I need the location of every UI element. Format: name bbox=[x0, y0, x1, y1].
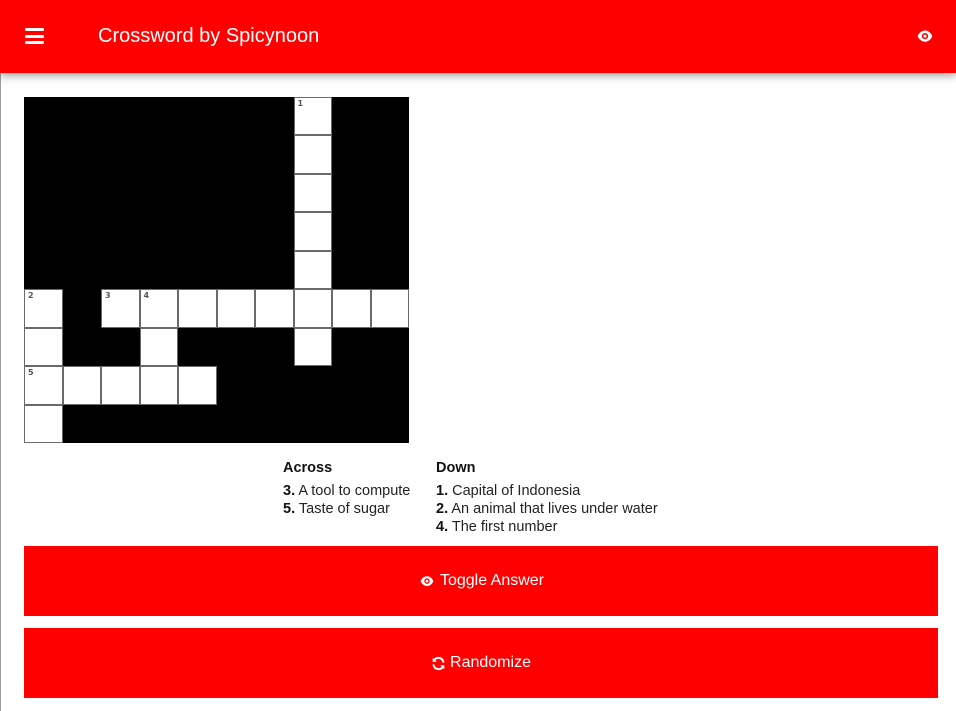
across-clues: Across 3. A tool to compute 5. Taste of … bbox=[283, 460, 410, 518]
down-clue: 1. Capital of Indonesia bbox=[436, 483, 581, 499]
cell-number: 4 bbox=[143, 291, 150, 301]
crossword-cell[interactable] bbox=[255, 289, 294, 328]
cell-number: 1 bbox=[297, 99, 304, 108]
crossword-cell[interactable] bbox=[139, 366, 178, 405]
crossword-cell[interactable] bbox=[139, 327, 178, 367]
crossword-cell[interactable] bbox=[178, 366, 217, 405]
cell-number: 5 bbox=[28, 368, 34, 378]
crossword-cell[interactable] bbox=[293, 212, 332, 251]
toggle-answer-label: Toggle Answer bbox=[439, 572, 545, 589]
down-clue: 4. The first number bbox=[436, 519, 558, 535]
down-clue: 2. An animal that lives under water bbox=[436, 501, 658, 517]
crossword-cell[interactable] bbox=[293, 289, 332, 328]
crossword-cell[interactable]: 2 bbox=[24, 289, 63, 328]
cell-number: 3 bbox=[105, 291, 111, 301]
crossword-cell[interactable] bbox=[62, 366, 101, 405]
crossword-cell[interactable] bbox=[293, 135, 332, 174]
down-heading: Down bbox=[436, 460, 476, 476]
randomize-button[interactable]: Randomize bbox=[24, 628, 938, 698]
eye-icon bbox=[420, 576, 434, 587]
crossword-cell[interactable]: 3 bbox=[101, 289, 140, 328]
across-clue: 3. A tool to compute bbox=[283, 483, 411, 499]
crossword-cell[interactable] bbox=[293, 173, 332, 213]
crossword-cell[interactable] bbox=[293, 250, 332, 290]
crossword-cell[interactable] bbox=[293, 327, 332, 367]
toggle-answer-button[interactable]: Toggle Answer bbox=[24, 546, 938, 616]
refresh-icon bbox=[432, 656, 445, 670]
app-title: Crossword by Spicynoon bbox=[98, 25, 320, 47]
crossword-cell[interactable] bbox=[332, 289, 371, 328]
crossword-cell[interactable] bbox=[24, 404, 63, 443]
across-heading: Across bbox=[283, 460, 333, 476]
crossword-cell[interactable]: 5 bbox=[24, 366, 63, 405]
crossword-cell[interactable]: 1 bbox=[293, 97, 332, 136]
randomize-label: Randomize bbox=[450, 654, 531, 671]
crossword-cell[interactable] bbox=[24, 327, 63, 367]
crossword-cell[interactable] bbox=[370, 289, 409, 328]
crossword-cell[interactable] bbox=[216, 289, 255, 328]
across-clue: 5. Taste of sugar bbox=[283, 501, 390, 517]
app-header: Crossword by Spicynoon bbox=[0, 0, 956, 73]
hamburger-menu-icon[interactable] bbox=[25, 28, 44, 44]
crossword-grid: 1 2 3 4 5 bbox=[24, 97, 409, 443]
down-clues: Down 1. Capital of Indonesia 2. An anima… bbox=[436, 460, 658, 536]
crossword-cell[interactable] bbox=[178, 289, 217, 328]
left-border bbox=[0, 73, 1, 711]
eye-icon[interactable] bbox=[914, 28, 936, 44]
crossword-cell[interactable] bbox=[101, 366, 140, 405]
cell-number: 2 bbox=[28, 291, 34, 301]
crossword-cell[interactable]: 4 bbox=[139, 289, 178, 328]
